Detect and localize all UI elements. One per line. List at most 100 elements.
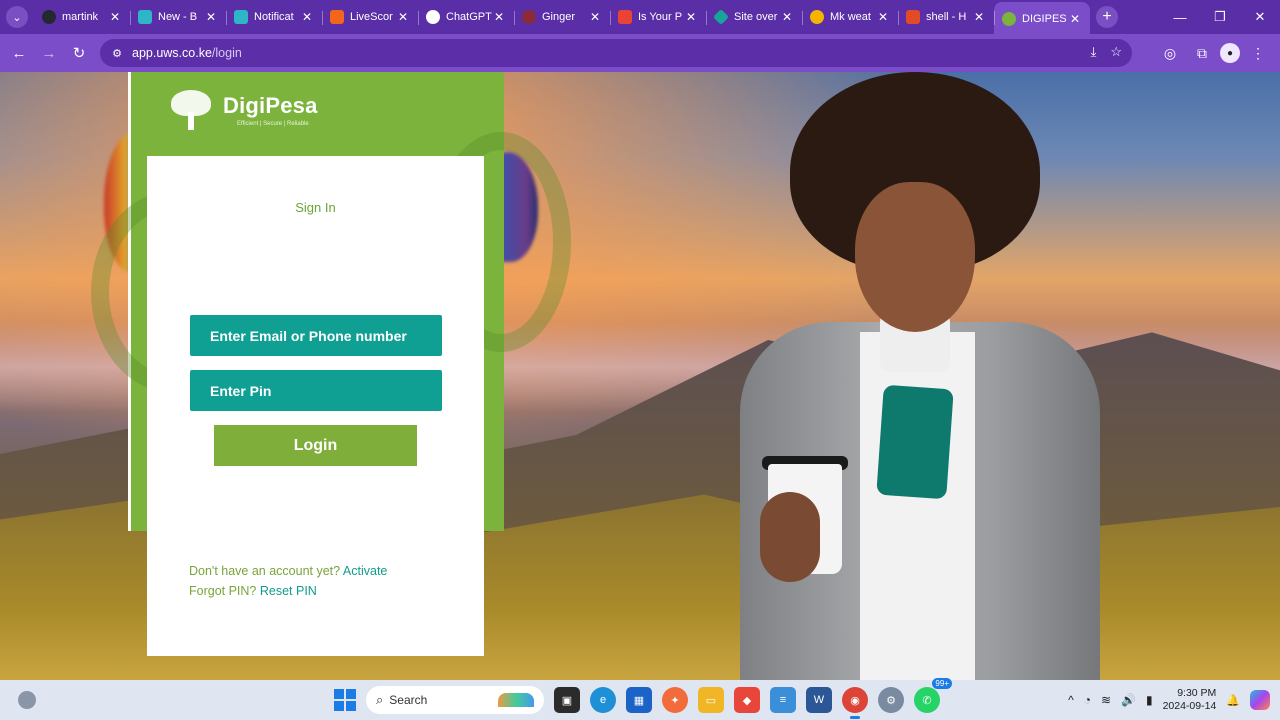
system-tray: ^ ◔ ≋ 🔊 ▮ 9:30 PM 2024-09-14 🔔 (1068, 680, 1280, 720)
app-icon (138, 10, 152, 24)
tab-github[interactable]: martink ✕ (34, 2, 130, 32)
site-settings-icon[interactable]: ⚙ (110, 46, 124, 60)
install-app-icon[interactable]: ⤓ (1091, 44, 1097, 60)
tab-title: shell - H (926, 11, 967, 23)
tab-title: Notificat (254, 11, 294, 23)
tab-close-icon[interactable]: ✕ (780, 10, 794, 24)
page-background: DigiPesa Efficient | Secure | Reliable S… (0, 72, 1280, 680)
search-label: Search (389, 693, 428, 707)
reset-pin-link[interactable]: Reset PIN (260, 584, 317, 598)
tab-close-icon[interactable]: ✕ (204, 10, 218, 24)
url-host: app.uws.co.ke (132, 46, 212, 60)
anydesk-icon[interactable]: ◆ (734, 687, 760, 713)
close-window-button[interactable]: ✕ (1240, 0, 1280, 34)
tab-digipesa[interactable]: DIGIPES ✕ (994, 2, 1090, 36)
windows-taskbar: ⌕ Search ▣ e ▦ ✦ ▭ ◆ ≡ W ◉ ⚙ ✆ 99+ ^ ◔ ≋… (0, 678, 1280, 720)
digipesa-logo: DigiPesa Efficient | Secure | Reliable (167, 88, 318, 132)
new-tab-button[interactable]: + (1096, 6, 1118, 28)
notepad-icon[interactable]: ≡ (770, 687, 796, 713)
edge-icon[interactable]: e (590, 687, 616, 713)
email-phone-input[interactable]: Enter Email or Phone number (190, 315, 442, 356)
pin-input[interactable]: Enter Pin (190, 370, 442, 411)
toolbar-right: ◎ ⧉ ● ⋮ (1156, 34, 1280, 72)
weather-tray-icon[interactable]: ◔ (1084, 693, 1091, 707)
tab-close-icon[interactable]: ✕ (588, 10, 602, 24)
word-icon[interactable]: W (806, 687, 832, 713)
url-text[interactable]: app.uws.co.ke/login (132, 46, 242, 60)
tree-logo-icon (167, 88, 215, 132)
tab-strip: ⌄ martink ✕ New - B ✕ Notificat ✕ LiveSc… (0, 0, 1280, 36)
weather-icon (810, 10, 824, 24)
volume-icon[interactable]: 🔊 (1121, 693, 1136, 707)
bookmark-star-icon[interactable]: ☆ (1110, 44, 1122, 60)
widgets-icon[interactable] (18, 691, 36, 709)
tab-close-icon[interactable]: ✕ (1068, 12, 1082, 26)
taskbar-apps: ⌕ Search ▣ e ▦ ✦ ▭ ◆ ≡ W ◉ ⚙ ✆ 99+ (334, 678, 952, 720)
restore-button[interactable]: ❐ (1200, 0, 1240, 34)
minimize-button[interactable]: — (1160, 0, 1200, 34)
clock-time: 9:30 PM (1177, 687, 1217, 699)
tab-notifications[interactable]: Notificat ✕ (226, 2, 322, 32)
activate-account-row: Don't have an account yet? Activate (189, 564, 387, 578)
reset-pin-row: Forgot PIN? Reset PIN (189, 584, 317, 598)
more-menu-icon[interactable]: ⋮ (1244, 39, 1272, 67)
extensions-icon[interactable]: ⧉ (1188, 39, 1216, 67)
tab-chatgpt[interactable]: ChatGPT ✕ (418, 2, 514, 32)
tab-weather[interactable]: Mk weat ✕ (802, 2, 898, 32)
woman-with-phone-image (730, 72, 1110, 680)
address-bar[interactable]: ⚙ app.uws.co.ke/login ⤓ ☆ (100, 39, 1132, 67)
wifi-icon[interactable]: ≋ (1101, 693, 1111, 707)
tab-close-icon[interactable]: ✕ (300, 10, 314, 24)
microsoft-store-icon[interactable]: ▦ (626, 687, 652, 713)
login-button[interactable]: Login (214, 425, 417, 466)
taskbar-search[interactable]: ⌕ Search (366, 686, 544, 714)
tab-title: martink (62, 11, 99, 23)
tab-ginger[interactable]: Ginger ✕ (514, 2, 610, 32)
copilot-icon[interactable] (1250, 690, 1270, 710)
tab-close-icon[interactable]: ✕ (108, 10, 122, 24)
digipesa-icon (1002, 12, 1016, 26)
tab-gmail[interactable]: Is Your P ✕ (610, 2, 706, 32)
activate-link[interactable]: Activate (343, 564, 387, 578)
app-icon (234, 10, 248, 24)
no-account-text: Don't have an account yet? (189, 564, 341, 578)
show-hidden-icons-icon[interactable]: ^ (1068, 693, 1074, 707)
whatsapp-icon[interactable]: ✆ 99+ (914, 678, 952, 713)
settings-icon[interactable]: ⚙ (878, 687, 904, 713)
tab-new-b[interactable]: New - B ✕ (130, 2, 226, 32)
tab-site-overview[interactable]: Site over ✕ (706, 2, 802, 32)
tab-shell[interactable]: shell - H ✕ (898, 2, 994, 32)
tab-list: martink ✕ New - B ✕ Notificat ✕ LiveScor… (34, 0, 1090, 36)
tab-search-menu-button[interactable]: ⌄ (6, 6, 28, 28)
clock[interactable]: 9:30 PM 2024-09-14 (1163, 687, 1217, 713)
lens-icon[interactable]: ◎ (1156, 39, 1184, 67)
start-menu-icon[interactable] (334, 689, 356, 711)
reload-button[interactable]: ↻ (64, 38, 94, 68)
gmail-icon (618, 10, 632, 24)
shell-icon (906, 10, 920, 24)
battery-icon[interactable]: ▮ (1146, 693, 1153, 707)
tab-close-icon[interactable]: ✕ (492, 10, 506, 24)
github-icon (42, 10, 56, 24)
tab-close-icon[interactable]: ✕ (396, 10, 410, 24)
brand-tagline: Efficient | Secure | Reliable (237, 121, 309, 127)
profile-avatar[interactable]: ● (1220, 43, 1240, 63)
task-view-icon[interactable]: ▣ (554, 687, 580, 713)
postman-icon[interactable]: ✦ (662, 687, 688, 713)
tab-close-icon[interactable]: ✕ (972, 10, 986, 24)
livescore-icon (330, 10, 344, 24)
file-explorer-icon[interactable]: ▭ (698, 687, 724, 713)
tab-livescore[interactable]: LiveScor ✕ (322, 2, 418, 32)
ginger-icon (522, 10, 536, 24)
forward-button[interactable]: → (34, 38, 64, 68)
back-button[interactable]: ← (4, 38, 34, 68)
search-highlight-icon (498, 693, 534, 707)
tab-close-icon[interactable]: ✕ (684, 10, 698, 24)
whatsapp-glyph: ✆ (922, 694, 932, 707)
tab-close-icon[interactable]: ✕ (876, 10, 890, 24)
tab-title: DIGIPES (1022, 13, 1067, 25)
sign-in-heading: Sign In (295, 200, 336, 215)
notifications-bell-icon[interactable]: 🔔 (1226, 694, 1240, 707)
chrome-icon[interactable]: ◉ (842, 687, 868, 719)
tab-title: New - B (158, 11, 198, 23)
